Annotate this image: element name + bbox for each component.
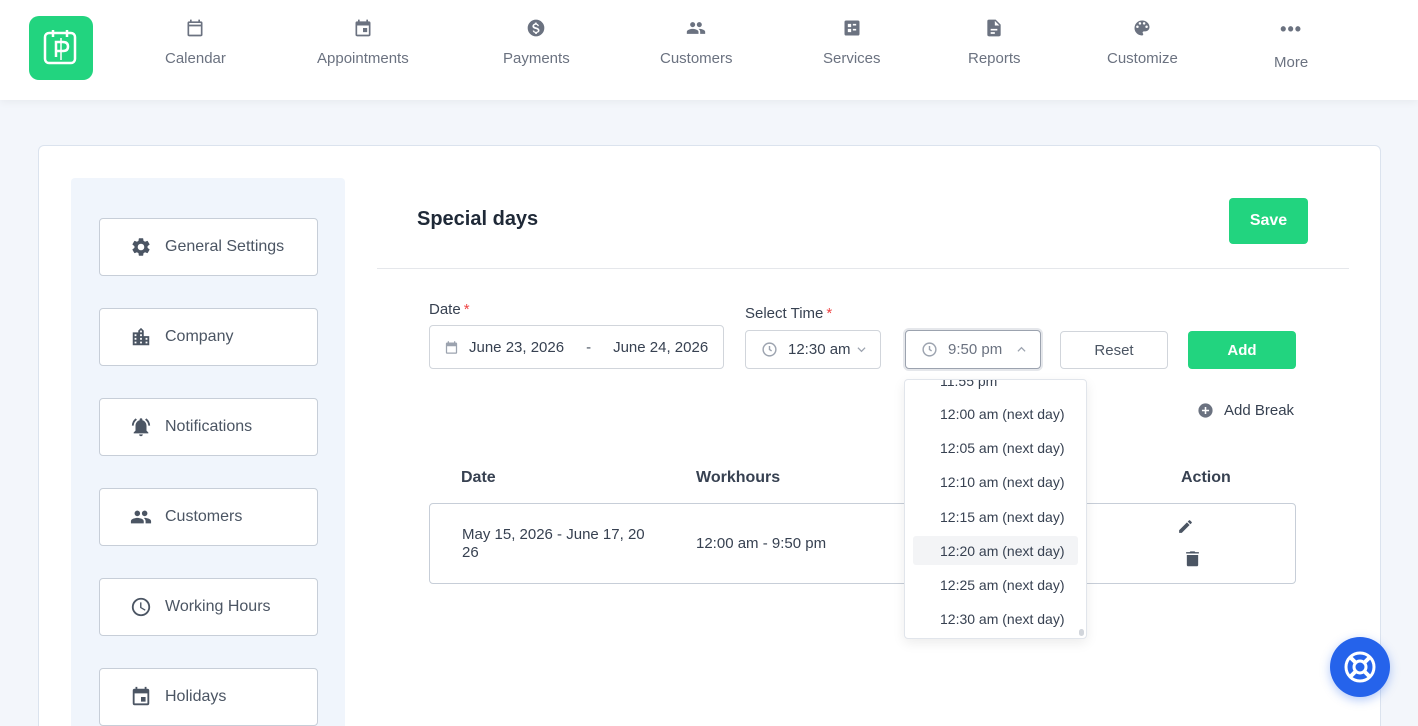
nav-more[interactable]: ••• More (1274, 19, 1309, 71)
date-range-picker[interactable]: June 23, 2026 - June 24, 2026 (429, 325, 724, 369)
dropdown-option[interactable]: 11:55 pm (913, 380, 1078, 395)
sidebar-item-label: General Settings (165, 238, 285, 255)
row-date: May 15, 2026 - June 17, 2026 (462, 526, 645, 561)
dropdown-option[interactable]: 12:00 am (next day) (913, 399, 1078, 428)
appointment-icon (355, 19, 371, 37)
calendar-icon (132, 686, 150, 706)
services-icon (844, 20, 860, 36)
nav-label: Payments (503, 50, 570, 67)
people-icon (687, 22, 706, 34)
nav-calendar[interactable]: Calendar (165, 18, 226, 67)
palette-icon (1134, 20, 1150, 36)
required-mark: * (826, 305, 833, 322)
nav-label: Customers (660, 50, 733, 67)
end-time-dropdown: 11:55 pm 12:00 am (next day) 12:05 am (n… (904, 379, 1087, 639)
sidebar-item-holidays[interactable]: Holidays (99, 668, 318, 726)
dropdown-option[interactable]: 12:10 am (next day) (913, 467, 1078, 496)
sidebar-item-label: Notifications (165, 418, 253, 435)
clock-icon (762, 342, 777, 357)
sidebar-item-company[interactable]: Company (99, 308, 318, 366)
clock-icon (131, 597, 151, 617)
dropdown-option[interactable]: 12:25 am (next day) (913, 570, 1078, 599)
date-field-label: Date * (429, 301, 470, 318)
add-button[interactable]: Add (1188, 331, 1296, 369)
nav-label: More (1274, 54, 1309, 71)
building-icon (132, 327, 150, 346)
date-start-value: June 23, 2026 (469, 338, 565, 356)
start-time-select[interactable]: 12:30 am (745, 330, 881, 369)
time-label-text: Select Time (745, 305, 824, 322)
reset-button[interactable]: Reset (1060, 331, 1168, 369)
more-icon: ••• (1280, 19, 1303, 39)
dropdown-option[interactable]: 12:15 am (next day) (913, 502, 1078, 531)
sidebar-item-customers[interactable]: Customers (99, 488, 318, 546)
sidebar-item-working-hours[interactable]: Working Hours (99, 578, 318, 636)
dropdown-scrollbar[interactable] (1079, 629, 1084, 636)
chevron-up-icon (1017, 346, 1026, 352)
bell-icon (131, 418, 151, 437)
sidebar-item-general-settings[interactable]: General Settings (99, 218, 318, 276)
nav-label: Appointments (317, 50, 409, 67)
sidebar-item-label: Working Hours (165, 598, 271, 615)
nav-services[interactable]: Services (823, 18, 881, 67)
column-header-action: Action (1181, 469, 1231, 486)
nav-customers[interactable]: Customers (660, 18, 733, 67)
clock-icon (922, 342, 937, 357)
nav-appointments[interactable]: Appointments (317, 18, 409, 67)
report-icon (987, 19, 1001, 37)
end-time-select[interactable]: 9:50 pm (905, 330, 1041, 369)
app-logo[interactable] (29, 16, 93, 80)
dropdown-option[interactable]: 12:05 am (next day) (913, 433, 1078, 462)
dropdown-option-active[interactable]: 12:20 am (next day) (913, 536, 1078, 565)
dollar-icon (528, 19, 545, 37)
page-title: Special days (417, 208, 539, 230)
logo-icon (43, 30, 77, 65)
nav-label: Customize (1107, 50, 1178, 67)
end-time-value: 9:50 pm (948, 341, 1003, 358)
nav-customize[interactable]: Customize (1107, 18, 1178, 67)
trash-icon[interactable] (1185, 550, 1200, 567)
sidebar-item-label: Holidays (165, 688, 227, 705)
nav-label: Reports (968, 50, 1021, 67)
date-range-separator: - (586, 338, 592, 356)
people-icon (130, 510, 152, 524)
date-end-value: June 24, 2026 (613, 338, 709, 356)
sidebar-item-label: Customers (165, 508, 243, 525)
required-mark: * (463, 301, 470, 318)
dropdown-option[interactable]: 12:30 am (next day) (913, 604, 1078, 633)
sidebar-item-notifications[interactable]: Notifications (99, 398, 318, 456)
column-header-workhours: Workhours (696, 469, 781, 486)
calendar-icon (187, 19, 203, 37)
nav-reports[interactable]: Reports (968, 18, 1021, 67)
lifebuoy-icon (1344, 651, 1376, 683)
time-field-label: Select Time * (745, 305, 832, 322)
edit-icon[interactable] (1177, 518, 1194, 535)
row-workhours: 12:00 am - 9:50 pm (696, 535, 827, 552)
save-button[interactable]: Save (1229, 198, 1308, 244)
column-header-date: Date (461, 469, 496, 486)
nav-payments[interactable]: Payments (503, 18, 570, 67)
sidebar-item-label: Company (165, 328, 234, 345)
plus-circle-icon (1198, 403, 1213, 418)
add-break-button[interactable]: Add Break (1197, 402, 1294, 419)
top-navigation: Calendar Appointments Payments Customers… (0, 0, 1418, 100)
calendar-icon (445, 340, 458, 354)
add-break-label: Add Break (1224, 402, 1295, 419)
gear-icon (132, 238, 150, 256)
header-divider (377, 268, 1349, 269)
nav-label: Services (823, 50, 881, 67)
nav-label: Calendar (165, 50, 226, 67)
help-button[interactable] (1330, 637, 1390, 697)
chevron-down-icon (857, 347, 866, 353)
start-time-value: 12:30 am (788, 341, 851, 358)
date-label-text: Date (429, 301, 461, 318)
